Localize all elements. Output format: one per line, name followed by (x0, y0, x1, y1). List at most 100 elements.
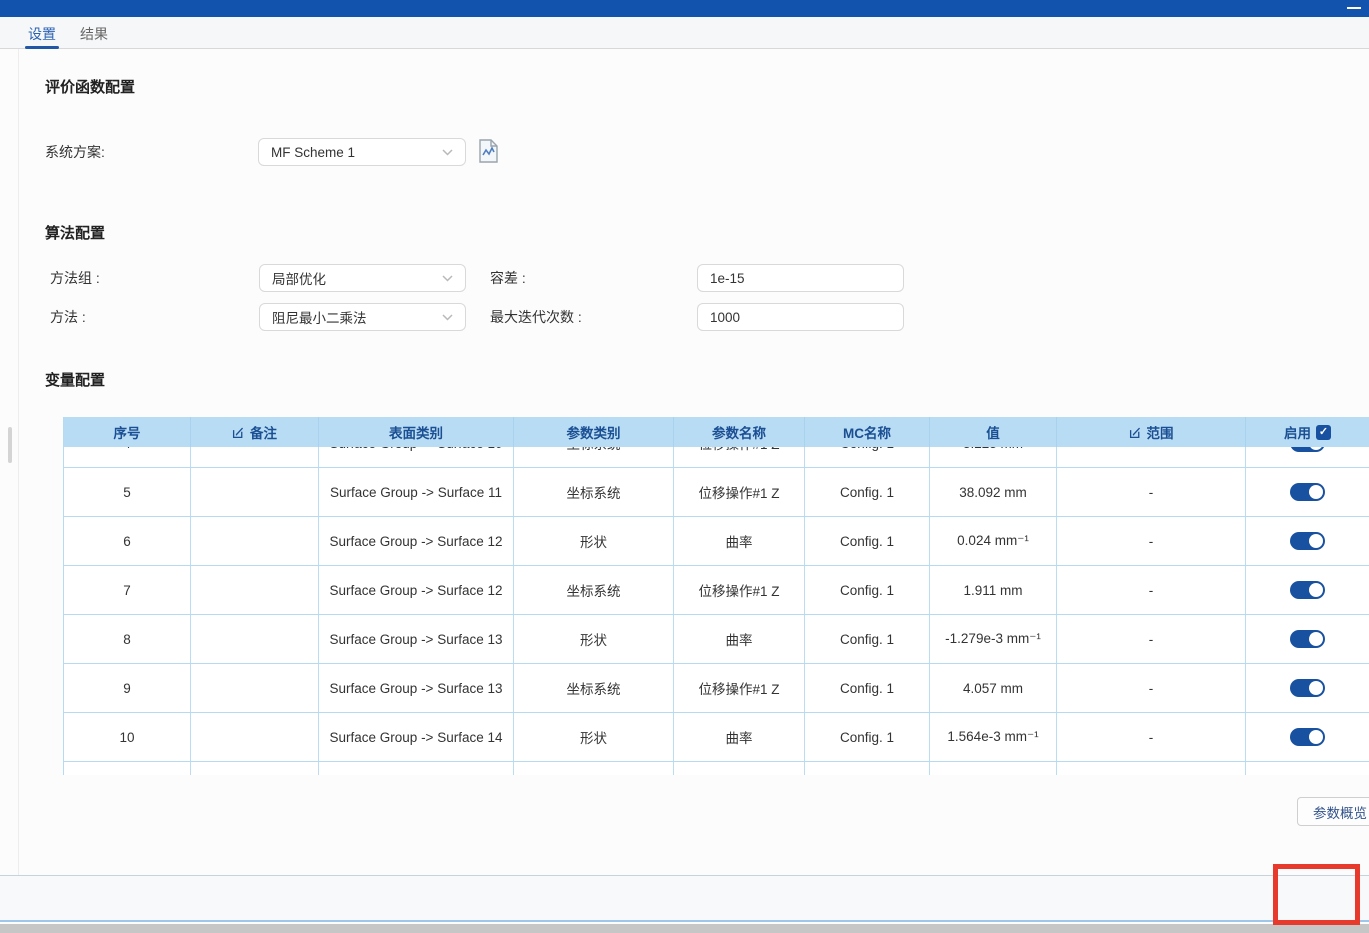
header-range[interactable]: 范围 (1057, 417, 1246, 447)
panel-left-divider (18, 49, 19, 875)
cell-range: - (1057, 664, 1246, 712)
method-select[interactable]: 阻尼最小二乘法 (259, 303, 466, 331)
header-param-name: 参数名称 (674, 417, 805, 447)
cell-surface: Surface Group -> Surface 11 (319, 468, 514, 516)
cell-note (191, 664, 319, 712)
cell-param-category: 形状 (514, 713, 674, 761)
title-bar (0, 0, 1369, 17)
edit-icon (232, 426, 245, 439)
cell-mc-name: Config. 1 (805, 468, 930, 516)
cell-param-name: 曲率 (674, 517, 805, 565)
cell-value: 1.564e-3 mm⁻¹ (930, 713, 1057, 761)
scheme-select-value: MF Scheme 1 (271, 145, 355, 160)
header-value: 值 (930, 417, 1057, 447)
enable-toggle[interactable] (1290, 728, 1325, 746)
method-group-value: 局部优化 (272, 268, 326, 288)
scheme-select[interactable]: MF Scheme 1 (258, 138, 466, 166)
cell-value: 3.223 mm (930, 447, 1057, 467)
tab-results[interactable]: 结果 (80, 23, 108, 48)
cell-enable (1246, 468, 1369, 516)
cell-value: 4.057 mm (930, 664, 1057, 712)
header-surface: 表面类别 (319, 417, 514, 447)
cell-mc-name: Config. 1 (805, 447, 930, 467)
tab-settings[interactable]: 设置 (28, 23, 56, 48)
enable-toggle[interactable] (1290, 630, 1325, 648)
cell-mc-name: Config. 1 (805, 615, 930, 663)
header-note[interactable]: 备注 (191, 417, 319, 447)
cell-value: 38.092 mm (930, 468, 1057, 516)
cell-note (191, 615, 319, 663)
minimize-icon[interactable] (1347, 7, 1361, 9)
table-rows: 4 Surface Group -> Surface 10 坐标系统 位移操作#… (64, 447, 1369, 775)
cell-param-category: 形状 (514, 615, 674, 663)
cell-param-category: 形状 (514, 517, 674, 565)
cell-param-category: 坐标系统 (514, 447, 674, 467)
cell-enable (1246, 447, 1369, 467)
enable-toggle[interactable] (1290, 447, 1325, 452)
cell-enable (1246, 664, 1369, 712)
cell-range: - (1057, 713, 1246, 761)
cell-no: 6 (64, 517, 191, 565)
cell-mc-name: Config. 1 (805, 664, 930, 712)
cell-mc-name: Config. 1 (805, 566, 930, 614)
header-enable: 启用 ✓ (1246, 417, 1369, 447)
toggle-knob (1309, 632, 1323, 646)
cell-note (191, 447, 319, 467)
merit-section-title: 评价函数配置 (45, 76, 135, 97)
cell-param-category: 坐标系统 (514, 664, 674, 712)
cell-mc-name: Config. 1 (805, 517, 930, 565)
cell-enable (1246, 615, 1369, 663)
variable-table-header: 序号 备注 表面类别 参数类别 参数名称 MC名称 值 范围 启用 ✓ (64, 417, 1369, 447)
cell-param-name: 位移操作#1 Z (674, 468, 805, 516)
table-row: 4 Surface Group -> Surface 10 坐标系统 位移操作#… (64, 447, 1369, 468)
enable-toggle[interactable] (1290, 581, 1325, 599)
cell-enable (1246, 517, 1369, 565)
cell-surface: Surface Group -> Surface 14 (319, 762, 514, 775)
panel-drag-handle[interactable] (8, 427, 12, 463)
cell-value: -1.279e-3 mm⁻¹ (930, 615, 1057, 663)
method-value: 阻尼最小二乘法 (272, 307, 367, 327)
cell-enable (1246, 762, 1369, 775)
max-iterations-input[interactable]: 1000 (697, 303, 904, 331)
cell-note (191, 517, 319, 565)
cell-param-category: 坐标系统 (514, 566, 674, 614)
tolerance-input[interactable]: 1e-15 (697, 264, 904, 292)
cell-no: 4 (64, 447, 191, 467)
toggle-knob (1309, 485, 1323, 499)
cell-range: - (1057, 566, 1246, 614)
method-group-select[interactable]: 局部优化 (259, 264, 466, 292)
bottom-edge-strip (0, 924, 1369, 933)
cell-no: 11 (64, 762, 191, 775)
enable-all-checkbox[interactable]: ✓ (1316, 425, 1331, 440)
cell-no: 5 (64, 468, 191, 516)
parameter-overview-button[interactable]: 参数概览 (1297, 797, 1369, 826)
cell-value: 0.047 mm (930, 762, 1057, 775)
enable-toggle[interactable] (1290, 532, 1325, 550)
cell-surface: Surface Group -> Surface 13 (319, 664, 514, 712)
cell-range: - (1057, 447, 1246, 467)
table-row: 6 Surface Group -> Surface 12 形状 曲率 Conf… (64, 517, 1369, 566)
tolerance-label: 容差 : (490, 264, 526, 292)
cell-param-name: 曲率 (674, 713, 805, 761)
cell-value: 0.024 mm⁻¹ (930, 517, 1057, 565)
footer-bar: 优化模式: 详情模式 保存 优化 (0, 875, 1369, 922)
method-group-label: 方法组 : (50, 264, 100, 292)
cell-param-name: 位移操作#1 Z (674, 566, 805, 614)
cell-param-category: 坐标系统 (514, 468, 674, 516)
cell-range: - (1057, 517, 1246, 565)
cell-surface: Surface Group -> Surface 13 (319, 615, 514, 663)
cell-surface: Surface Group -> Surface 12 (319, 517, 514, 565)
cell-param-category: 坐标系统 (514, 762, 674, 775)
max-iterations-label: 最大迭代次数 : (490, 303, 582, 331)
cell-note (191, 468, 319, 516)
variable-table-body[interactable]: 4 Surface Group -> Surface 10 坐标系统 位移操作#… (64, 447, 1369, 775)
toggle-knob (1309, 681, 1323, 695)
header-no: 序号 (64, 417, 191, 447)
enable-toggle[interactable] (1290, 483, 1325, 501)
optimization-window: 设置 结果 评价函数配置 系统方案: MF Scheme 1 算法配置 方法组 … (0, 0, 1369, 933)
cell-value: 1.911 mm (930, 566, 1057, 614)
enable-toggle[interactable] (1290, 679, 1325, 697)
cell-no: 10 (64, 713, 191, 761)
cell-range: - (1057, 615, 1246, 663)
merit-report-icon[interactable] (477, 139, 500, 164)
